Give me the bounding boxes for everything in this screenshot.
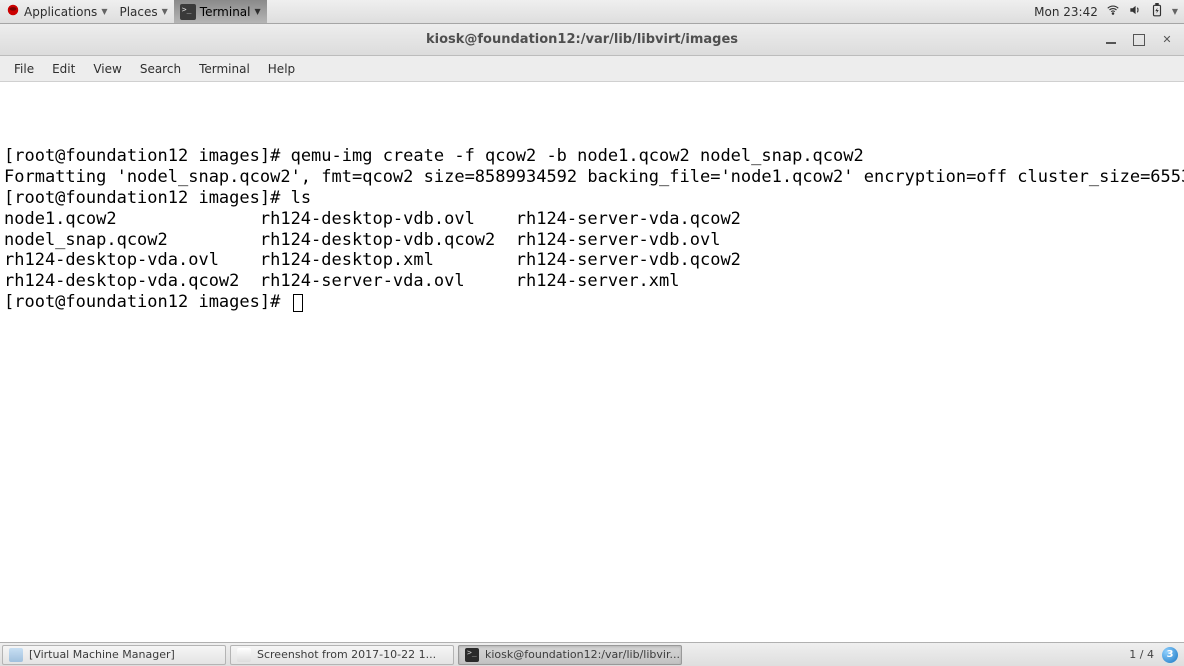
menu-search[interactable]: Search [132,59,189,79]
menu-terminal[interactable]: Terminal [191,59,258,79]
window-titlebar[interactable]: kiosk@foundation12:/var/lib/libvirt/imag… [0,24,1184,56]
vmm-icon [9,648,23,662]
command: ls [291,188,311,208]
terminal-icon [465,648,479,662]
window-controls [1094,33,1184,47]
taskbar-item-terminal[interactable]: kiosk@foundation12:/var/lib/libvir... [458,645,682,665]
dropdown-icon: ▼ [101,7,107,16]
taskbar-item-vmm[interactable]: [Virtual Machine Manager] [2,645,226,665]
maximize-button[interactable] [1132,33,1146,47]
redhat-logo-icon [6,3,20,20]
dropdown-icon: ▼ [255,7,261,16]
taskbar-item-screenshot[interactable]: Screenshot from 2017-10-22 1... [230,645,454,665]
menubar: File Edit View Search Terminal Help [0,56,1184,82]
ls-row: rh124-desktop-vda.qcow2 rh124-server-vda… [4,271,680,291]
volume-icon[interactable] [1128,3,1142,20]
output-line: Formatting 'nodel_snap.qcow2', fmt=qcow2… [4,167,1184,187]
minimize-button[interactable] [1104,33,1118,47]
command: qemu-img create -f qcow2 -b node1.qcow2 … [291,146,864,166]
terminal-icon [180,4,196,20]
active-app-menu[interactable]: Terminal ▼ [174,0,267,23]
applications-menu[interactable]: Applications ▼ [0,0,113,23]
ls-row: nodel_snap.qcow2 rh124-desktop-vdb.qcow2… [4,230,720,250]
prompt: [root@foundation12 images]# [4,292,291,312]
image-icon [237,648,251,662]
tray-dropdown-icon[interactable]: ▼ [1172,7,1178,16]
battery-icon[interactable] [1150,3,1164,20]
bottom-panel-right: 1 / 4 3 [1129,647,1184,663]
active-app-label: Terminal [200,5,251,19]
clock[interactable]: Mon 23:42 [1034,5,1098,19]
taskbar-label: [Virtual Machine Manager] [29,648,175,661]
menu-view[interactable]: View [85,59,129,79]
prompt: [root@foundation12 images]# [4,146,291,166]
places-menu[interactable]: Places ▼ [113,0,173,23]
top-panel-left: Applications ▼ Places ▼ Terminal ▼ [0,0,267,23]
gnome-bottom-panel: [Virtual Machine Manager] Screenshot fro… [0,642,1184,666]
top-panel-right: Mon 23:42 ▼ [1034,0,1184,23]
terminal-cursor [293,294,303,312]
prompt: [root@foundation12 images]# [4,188,291,208]
applications-label: Applications [24,5,97,19]
places-label: Places [119,5,157,19]
close-button[interactable] [1160,33,1174,47]
workspace-indicator[interactable]: 1 / 4 [1129,648,1154,661]
taskbar-label: Screenshot from 2017-10-22 1... [257,648,436,661]
gnome-top-panel: Applications ▼ Places ▼ Terminal ▼ Mon 2… [0,0,1184,24]
menu-edit[interactable]: Edit [44,59,83,79]
wifi-icon[interactable] [1106,3,1120,20]
menu-help[interactable]: Help [260,59,303,79]
dropdown-icon: ▼ [162,7,168,16]
ls-row: node1.qcow2 rh124-desktop-vdb.ovl rh124-… [4,209,741,229]
window-title: kiosk@foundation12:/var/lib/libvirt/imag… [70,32,1094,47]
taskbar-label: kiosk@foundation12:/var/lib/libvir... [485,648,680,661]
notification-badge[interactable]: 3 [1162,647,1178,663]
ls-row: rh124-desktop-vda.ovl rh124-desktop.xml … [4,250,741,270]
terminal-body[interactable]: [root@foundation12 images]# qemu-img cre… [0,82,1184,642]
terminal-window: kiosk@foundation12:/var/lib/libvirt/imag… [0,24,1184,642]
menu-file[interactable]: File [6,59,42,79]
